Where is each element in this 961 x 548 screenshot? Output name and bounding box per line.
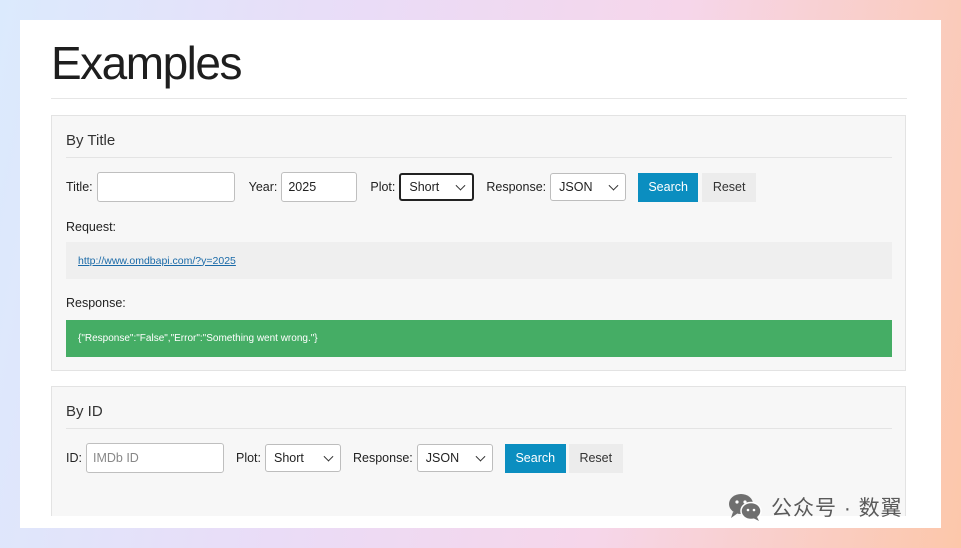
response-body: {"Response":"False","Error":"Something w… bbox=[78, 333, 318, 344]
plot-select-value: Short bbox=[274, 451, 304, 465]
response-format-label: Response: bbox=[353, 451, 413, 465]
chevron-down-icon bbox=[455, 180, 466, 191]
id-label: ID: bbox=[66, 451, 82, 465]
response-label: Response: bbox=[66, 296, 126, 310]
plot-label: Plot: bbox=[370, 180, 396, 194]
search-button[interactable]: Search bbox=[504, 443, 566, 473]
request-url-link[interactable]: http://www.omdbapi.com/?y=2025 bbox=[78, 255, 236, 267]
response-format-select[interactable]: JSON bbox=[550, 173, 627, 201]
request-label: Request: bbox=[66, 220, 117, 234]
response-format-label: Response: bbox=[486, 180, 547, 194]
plot-label: Plot: bbox=[235, 451, 261, 465]
by-title-form: Title: Year: Plot: Short Response: JSON … bbox=[66, 172, 757, 202]
by-title-divider bbox=[66, 157, 892, 158]
plot-select-value: Short bbox=[409, 180, 440, 194]
by-title-panel: By Title Title: Year: Plot: Short Respon… bbox=[51, 115, 906, 371]
by-id-divider bbox=[66, 428, 892, 429]
chevron-down-icon bbox=[608, 180, 619, 191]
year-input[interactable] bbox=[281, 172, 358, 202]
title-divider bbox=[51, 98, 907, 99]
wechat-icon bbox=[729, 494, 762, 521]
imdb-id-input[interactable] bbox=[85, 443, 224, 473]
plot-select[interactable]: Short bbox=[265, 444, 341, 472]
page-title: Examples bbox=[51, 37, 242, 89]
response-format-value: JSON bbox=[559, 180, 593, 194]
response-format-select[interactable]: JSON bbox=[416, 444, 493, 472]
title-label: Title: bbox=[66, 180, 93, 194]
chevron-down-icon bbox=[475, 451, 486, 462]
by-title-heading: By Title bbox=[66, 132, 116, 149]
watermark-text: 公众号 · 数翼 bbox=[771, 497, 903, 520]
response-format-value: JSON bbox=[425, 451, 460, 465]
reset-button[interactable]: Reset bbox=[702, 172, 757, 202]
request-box: http://www.omdbapi.com/?y=2025 bbox=[66, 242, 892, 279]
by-id-form: ID: Plot: Short Response: JSON Search Re… bbox=[66, 443, 623, 473]
watermark: 公众号 · 数翼 bbox=[727, 492, 903, 522]
year-label: Year: bbox=[248, 180, 278, 194]
reset-button[interactable]: Reset bbox=[568, 443, 623, 473]
title-input[interactable] bbox=[96, 172, 235, 202]
response-box: {"Response":"False","Error":"Something w… bbox=[66, 320, 892, 357]
by-id-heading: By ID bbox=[66, 403, 103, 420]
chevron-down-icon bbox=[323, 451, 334, 462]
search-button[interactable]: Search bbox=[638, 172, 699, 202]
page-card: Examples By Title Title: Year: Plot: Sho… bbox=[20, 20, 941, 528]
plot-select[interactable]: Short bbox=[399, 173, 475, 201]
